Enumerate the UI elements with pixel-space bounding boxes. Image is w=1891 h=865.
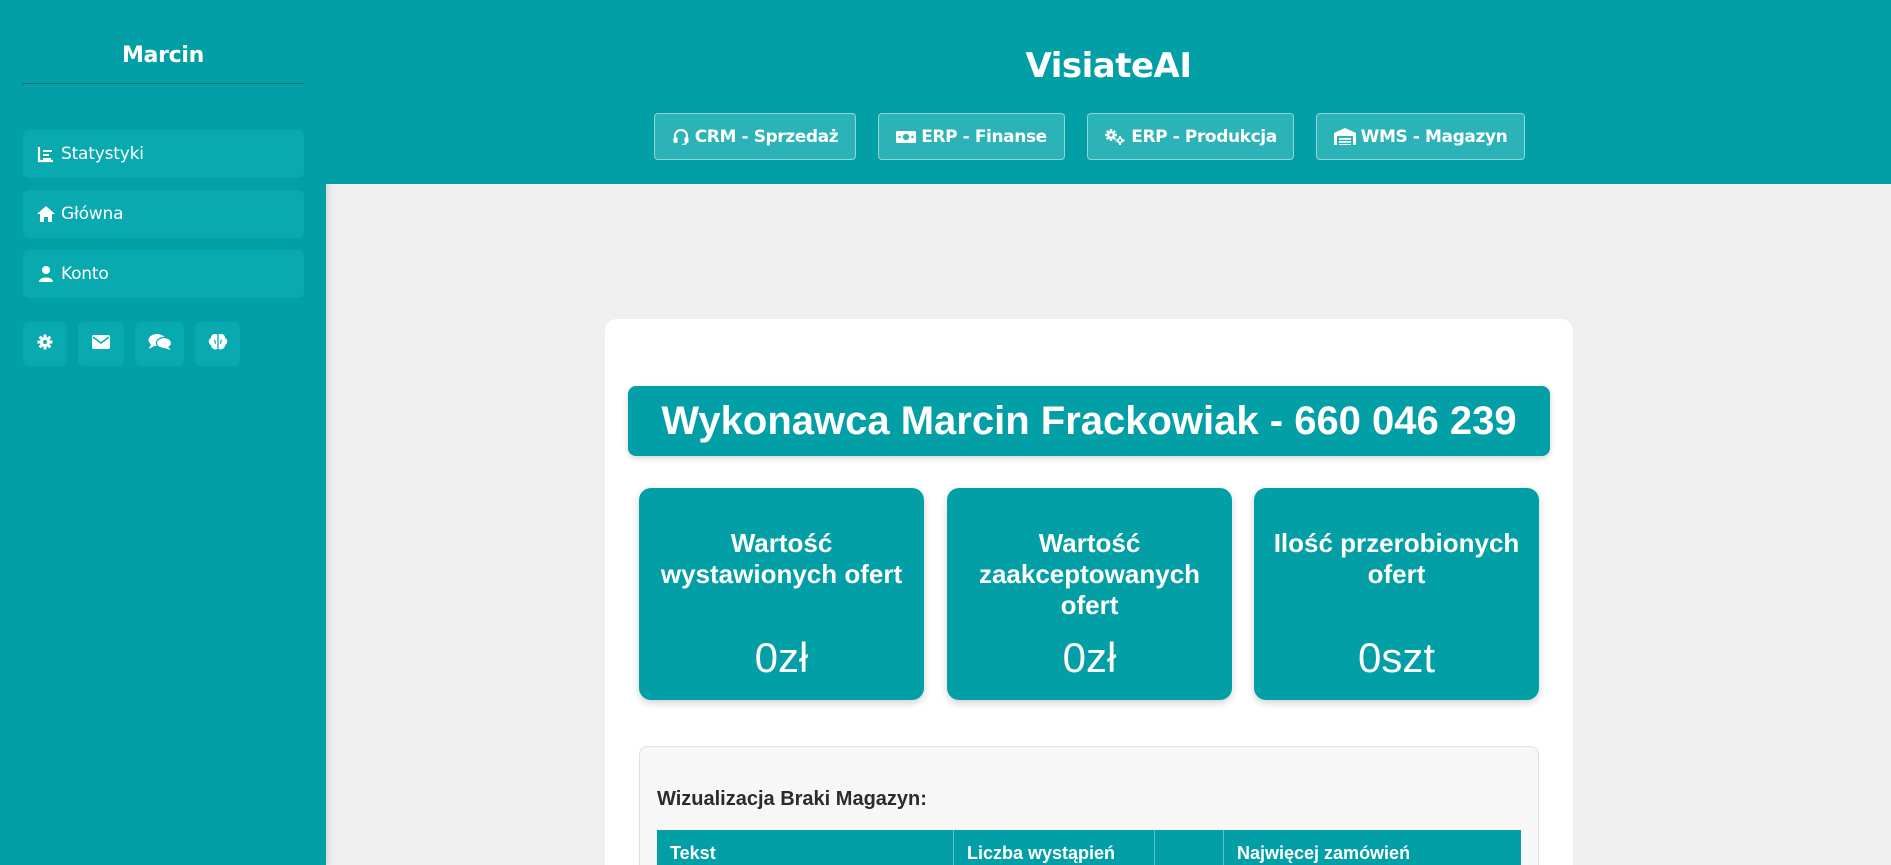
- stat-title: Wartość wystawionych ofert: [660, 528, 903, 589]
- home-icon: [35, 204, 57, 224]
- module-label: CRM - Sprzedaż: [694, 126, 839, 147]
- stat-card-accepted-offers-value: Wartość zaakceptowanych ofert 0zł: [947, 488, 1232, 700]
- module-label: ERP - Finanse: [921, 126, 1047, 147]
- module-wms-magazyn-button[interactable]: WMS - Magazyn: [1316, 113, 1525, 160]
- contractor-banner: Wykonawca Marcin Frackowiak - 660 046 23…: [628, 386, 1550, 456]
- module-label: ERP - Produkcja: [1131, 126, 1277, 147]
- comments-icon: [148, 333, 172, 356]
- money-bill-icon: [896, 130, 917, 144]
- visualization-table-header: Tekst Liczba wystąpień Najwięcej zamówie…: [657, 830, 1521, 865]
- module-crm-button[interactable]: CRM - Sprzedaż: [654, 113, 856, 160]
- column-header-najwiecej-zamowien[interactable]: Najwięcej zamówień: [1224, 830, 1521, 865]
- module-erp-produkcja-button[interactable]: ERP - Produkcja: [1087, 113, 1294, 160]
- stat-card-issued-offers-value: Wartość wystawionych ofert 0zł: [639, 488, 924, 700]
- stat-card-processed-offers-count: Ilość przerobionych ofert 0szt: [1254, 488, 1539, 700]
- sidebar-item-konto[interactable]: Konto: [23, 250, 304, 298]
- settings-button[interactable]: [23, 322, 67, 366]
- ai-button[interactable]: [195, 322, 240, 366]
- module-erp-finanse-button[interactable]: ERP - Finanse: [878, 113, 1065, 160]
- sidebar: Marcin Statystyki Główna Konto: [0, 0, 326, 865]
- sidebar-item-glowna[interactable]: Główna: [23, 190, 304, 238]
- stat-title: Wartość zaakceptowanych ofert: [978, 528, 1201, 620]
- visualization-title: Wizualizacja Braki Magazyn:: [657, 788, 927, 810]
- stat-title: Ilość przerobionych ofert: [1273, 528, 1520, 589]
- sidebar-item-statystyki[interactable]: Statystyki: [23, 130, 304, 178]
- messages-button[interactable]: [78, 322, 124, 366]
- warehouse-shortage-visualization: Wizualizacja Braki Magazyn: Tekst Liczba…: [639, 746, 1539, 865]
- sidebar-item-label: Konto: [61, 264, 109, 284]
- chart-bar-icon: [35, 144, 57, 164]
- brain-icon: [208, 333, 228, 356]
- stat-value: 0szt: [1357, 634, 1436, 681]
- headset-icon: [672, 128, 690, 145]
- column-header-tekst[interactable]: Tekst: [657, 830, 954, 865]
- module-label: WMS - Magazyn: [1360, 126, 1508, 147]
- warehouse-icon: [1333, 128, 1356, 145]
- sidebar-divider: [22, 83, 304, 84]
- sidebar-item-label: Statystyki: [61, 144, 144, 164]
- column-header-empty[interactable]: [1155, 830, 1224, 865]
- user-icon: [35, 264, 57, 284]
- stat-value: 0zł: [1062, 634, 1117, 681]
- dashboard-card: Wykonawca Marcin Frackowiak - 660 046 23…: [605, 319, 1573, 865]
- stat-value: 0zł: [754, 634, 809, 681]
- sidebar-user-name: Marcin: [121, 43, 205, 68]
- sidebar-item-label: Główna: [61, 204, 124, 224]
- envelope-icon: [92, 334, 110, 354]
- app-title: VisiateAI: [1025, 46, 1192, 86]
- chat-button[interactable]: [135, 322, 184, 366]
- column-header-liczba-wystapien[interactable]: Liczba wystąpień: [954, 830, 1155, 865]
- top-header: VisiateAI CRM - Sprzedaż ERP - Finanse E…: [326, 0, 1891, 184]
- gears-icon: [1104, 128, 1126, 146]
- gear-icon: [37, 334, 53, 355]
